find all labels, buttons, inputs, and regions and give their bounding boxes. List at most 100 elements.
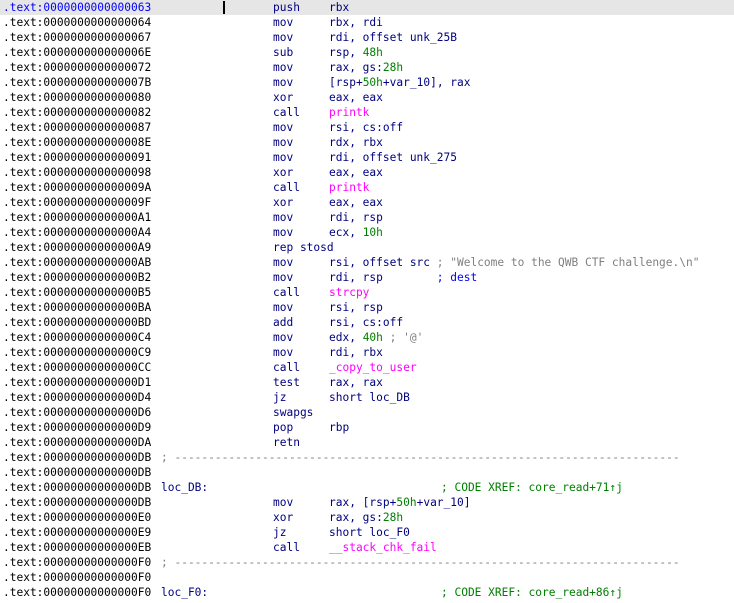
code-label[interactable]: loc_DB: [161, 480, 208, 495]
instruction-operands[interactable]: rax, gs:28h [329, 60, 403, 75]
line-address[interactable]: .text:00000000000000D6 [3, 405, 151, 420]
instruction-operands[interactable]: rdi, rsp ; dest [329, 270, 477, 285]
listing-line[interactable]: .text:00000000000000D6 swapgs [0, 405, 734, 420]
instruction-operands[interactable]: rax, [rsp+50h+var_10] [329, 495, 471, 510]
instruction-mnemonic[interactable]: pop [273, 420, 293, 435]
line-address[interactable]: .text:000000000000009F [3, 195, 151, 210]
instruction-mnemonic[interactable]: mov [273, 225, 293, 240]
instruction-operands[interactable]: rsi, cs:off [329, 120, 403, 135]
instruction-operands[interactable]: printk [329, 180, 369, 195]
instruction-operands[interactable]: rsp, 48h [329, 45, 383, 60]
instruction-operands[interactable]: rax, gs:28h [329, 510, 403, 525]
listing-line[interactable]: .text:0000000000000067 mov rdi, offset unk… [0, 30, 734, 45]
function-reference[interactable]: _copy_to_user [329, 361, 417, 374]
instruction-mnemonic[interactable]: swapgs [273, 405, 313, 420]
line-address[interactable]: .text:00000000000000D1 [3, 375, 151, 390]
instruction-operands[interactable]: eax, eax [329, 165, 383, 180]
instruction-mnemonic[interactable]: rep stosd [273, 240, 334, 255]
line-address[interactable]: .text:00000000000000A1 [3, 210, 151, 225]
listing-line[interactable]: .text:0000000000000087 mov rsi, cs:off [0, 120, 734, 135]
instruction-operands[interactable]: short loc_DB [329, 390, 410, 405]
instruction-operands[interactable]: rdi, rbx [329, 345, 383, 360]
listing-line[interactable]: .text:00000000000000C9 mov rdi, rbx [0, 345, 734, 360]
listing-line[interactable]: .text:00000000000000AB mov rsi, offset src… [0, 255, 734, 270]
line-address[interactable]: .text:0000000000000063 [3, 0, 151, 15]
listing-line[interactable]: .text:00000000000000BD add rsi, cs:off [0, 315, 734, 330]
instruction-mnemonic[interactable]: xor [273, 510, 293, 525]
listing-line[interactable]: .text:0000000000000072 mov rax, gs:28h [0, 60, 734, 75]
line-address[interactable]: .text:00000000000000F0 [3, 570, 151, 585]
listing-line[interactable]: .text:00000000000000BA mov rsi, rsp [0, 300, 734, 315]
line-address[interactable]: .text:000000000000007B [3, 75, 151, 90]
listing-line[interactable]: .text:00000000000000DA retn [0, 435, 734, 450]
line-address[interactable]: .text:00000000000000B5 [3, 285, 151, 300]
instruction-operands[interactable]: [rsp+50h+var_10], rax [329, 75, 471, 90]
line-address[interactable]: .text:0000000000000091 [3, 150, 151, 165]
line-address[interactable]: .text:00000000000000BA [3, 300, 151, 315]
instruction-mnemonic[interactable]: jz [273, 390, 286, 405]
instruction-operands[interactable]: eax, eax [329, 195, 383, 210]
instruction-mnemonic[interactable]: mov [273, 150, 293, 165]
listing-line[interactable]: .text:0000000000000064 mov rbx, rdi [0, 15, 734, 30]
instruction-operands[interactable]: eax, eax [329, 90, 383, 105]
code-label[interactable]: loc_F0: [161, 585, 208, 600]
line-address[interactable]: .text:00000000000000C4 [3, 330, 151, 345]
instruction-operands[interactable]: rbp [329, 420, 349, 435]
listing-line[interactable]: .text:000000000000006E sub rsp, 48h [0, 45, 734, 60]
line-address[interactable]: .text:00000000000000DB [3, 495, 151, 510]
listing-line[interactable]: .text:0000000000000082 call printk [0, 105, 734, 120]
listing-line[interactable]: .text:00000000000000D4 jz short loc_DB [0, 390, 734, 405]
function-reference[interactable]: __stack_chk_fail [329, 541, 437, 554]
instruction-operands[interactable]: rsi, offset src ; "Welcome to the QWB CT… [329, 255, 699, 270]
line-address[interactable]: .text:0000000000000082 [3, 105, 151, 120]
instruction-mnemonic[interactable]: add [273, 315, 293, 330]
instruction-operands[interactable]: __stack_chk_fail [329, 540, 437, 555]
instruction-mnemonic[interactable]: xor [273, 90, 293, 105]
instruction-operands[interactable]: strcpy [329, 285, 369, 300]
listing-line[interactable]: .text:00000000000000A4 mov ecx, 10h [0, 225, 734, 240]
instruction-mnemonic[interactable]: mov [273, 330, 293, 345]
listing-line[interactable]: .text:00000000000000F0 loc_F0: ; CODE XREF… [0, 585, 734, 600]
instruction-operands[interactable]: rdx, rbx [329, 135, 383, 150]
instruction-mnemonic[interactable]: mov [273, 345, 293, 360]
instruction-mnemonic[interactable]: call [273, 285, 300, 300]
instruction-mnemonic[interactable]: mov [273, 60, 293, 75]
listing-line[interactable]: .text:000000000000009F xor eax, eax [0, 195, 734, 210]
listing-line[interactable]: .text:00000000000000DB loc_DB: ; CODE XREF… [0, 480, 734, 495]
line-address[interactable]: .text:0000000000000080 [3, 90, 151, 105]
instruction-operands[interactable]: rbx [329, 0, 349, 15]
listing-line[interactable]: .text:00000000000000B5 call strcpy [0, 285, 734, 300]
instruction-mnemonic[interactable]: call [273, 540, 300, 555]
instruction-operands[interactable]: ecx, 10h [329, 225, 383, 240]
instruction-mnemonic[interactable]: xor [273, 165, 293, 180]
instruction-mnemonic[interactable]: mov [273, 15, 293, 30]
line-address[interactable]: .text:00000000000000DB [3, 480, 151, 495]
listing-line[interactable]: .text:000000000000009A call printk [0, 180, 734, 195]
instruction-operands[interactable]: rdi, offset unk_25B [329, 30, 457, 45]
line-address[interactable]: .text:00000000000000DB [3, 450, 151, 465]
instruction-mnemonic[interactable]: call [273, 360, 300, 375]
xref-comment[interactable]: ; CODE XREF: core_read+86↑j [441, 585, 623, 600]
function-reference[interactable]: strcpy [329, 286, 369, 299]
instruction-mnemonic[interactable]: mov [273, 495, 293, 510]
line-address[interactable]: .text:00000000000000A4 [3, 225, 151, 240]
instruction-operands[interactable]: edx, 40h ; '@' [329, 330, 423, 345]
listing-line[interactable]: .text:0000000000000091 mov rdi, offset unk… [0, 150, 734, 165]
current-line[interactable]: .text:0000000000000063 push rbx [0, 0, 734, 15]
line-address[interactable]: .text:0000000000000087 [3, 120, 151, 135]
listing-line[interactable]: .text:00000000000000D1 test rax, rax [0, 375, 734, 390]
line-address[interactable]: .text:00000000000000E9 [3, 525, 151, 540]
instruction-mnemonic[interactable]: call [273, 180, 300, 195]
line-address[interactable]: .text:00000000000000F0 [3, 555, 151, 570]
line-address[interactable]: .text:000000000000006E [3, 45, 151, 60]
listing-line[interactable]: .text:00000000000000C4 mov edx, 40h ; '@' [0, 330, 734, 345]
instruction-mnemonic[interactable]: sub [273, 45, 293, 60]
line-address[interactable]: .text:00000000000000EB [3, 540, 151, 555]
instruction-operands[interactable]: rdi, rsp [329, 210, 383, 225]
line-address[interactable]: .text:00000000000000CC [3, 360, 151, 375]
listing-line[interactable]: .text:00000000000000DB [0, 465, 734, 480]
listing-line[interactable]: .text:00000000000000E0 xor rax, gs:28h [0, 510, 734, 525]
listing-line[interactable]: .text:000000000000007B mov [rsp+50h+var_10… [0, 75, 734, 90]
listing-line[interactable]: .text:00000000000000DB ; ----------------… [0, 450, 734, 465]
instruction-mnemonic[interactable]: mov [273, 120, 293, 135]
